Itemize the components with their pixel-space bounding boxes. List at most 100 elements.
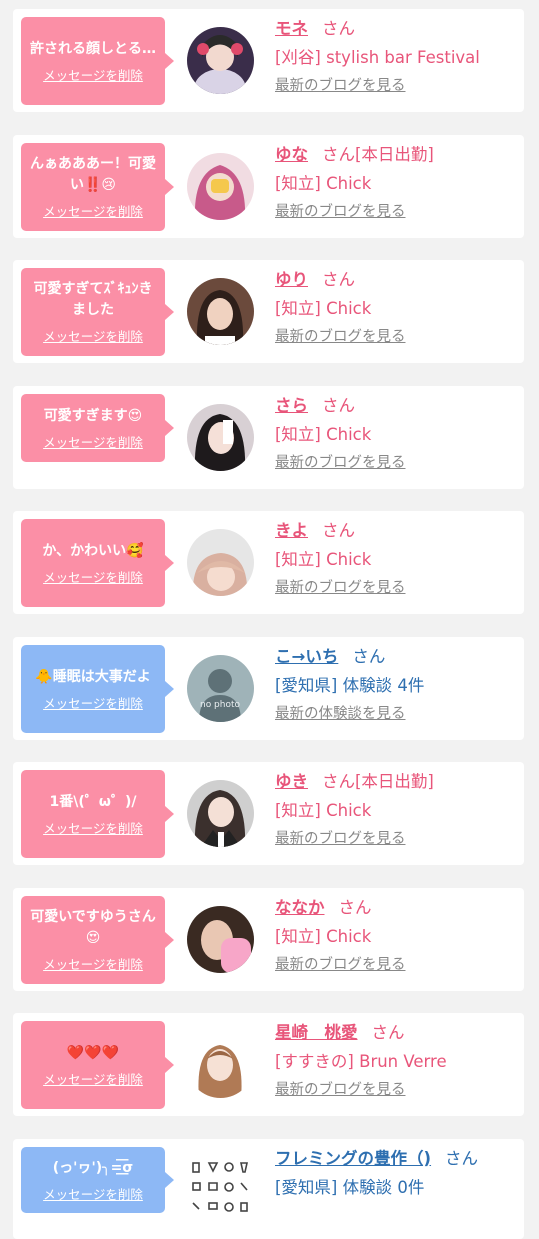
no-photo-label: no photo (200, 700, 241, 710)
message-card: 可愛いですゆうさん😍 メッセージを削除 ななか さん [知立] Chick 最新の… (13, 888, 524, 991)
honorific: さん (322, 270, 355, 289)
profile-name-link[interactable]: モネ (275, 19, 308, 38)
profile-info: ななか さん [知立] Chick 最新のブログを見る (275, 896, 518, 975)
message-card: 許される顔しとる… メッセージを削除 モネ さん [刈谷] stylish bar… (13, 9, 524, 112)
honorific: さん (352, 647, 386, 666)
latest-blog-link[interactable]: 最新のブログを見る (275, 453, 518, 473)
profile-info: きよ さん [知立] Chick 最新のブログを見る (275, 519, 518, 598)
message-text: 🐥睡眠は大事だよ (35, 668, 151, 685)
message-bubble: 可愛すぎてｽﾞｷｭﾝきました メッセージを削除 (21, 268, 174, 356)
profile-name-link[interactable]: きよ (275, 521, 308, 540)
message-bubble: ❤️❤️❤️ メッセージを削除 (21, 1021, 174, 1109)
honorific: さん[本日出勤] (322, 145, 434, 164)
shop-location: [知立] Chick (275, 550, 372, 569)
name-line: こ→いち さん (275, 645, 518, 669)
delete-message-link[interactable]: メッセージを削除 (43, 326, 143, 345)
delete-message-link[interactable]: メッセージを削除 (43, 65, 143, 84)
profile-name-link[interactable]: ななか (275, 898, 325, 917)
shop-location: [知立] Chick (275, 174, 372, 193)
message-bubble: 許される顔しとる… メッセージを削除 (21, 17, 174, 105)
delete-message-link[interactable]: メッセージを削除 (43, 954, 143, 973)
name-line: きよ さん (275, 519, 518, 543)
message-text: 1番\(゜ω゜)/ (49, 793, 137, 810)
profile-name-link[interactable]: ゆり (275, 270, 308, 289)
avatar[interactable] (187, 1031, 254, 1098)
message-text: ❤️❤️❤️ (66, 1044, 120, 1061)
honorific: さん (371, 1023, 405, 1042)
honorific: さん (445, 1149, 479, 1168)
shop-location: [知立] Chick (275, 927, 372, 946)
delete-message-link[interactable]: メッセージを削除 (43, 1184, 143, 1203)
delete-message-link[interactable]: メッセージを削除 (43, 1069, 143, 1088)
latest-review-link[interactable]: 最新の体験談を見る (275, 704, 518, 724)
latest-blog-link[interactable]: 最新のブログを見る (275, 1080, 518, 1100)
message-list: 許される顔しとる… メッセージを削除 モネ さん [刈谷] stylish bar… (0, 0, 539, 1239)
avatar[interactable] (187, 404, 254, 471)
message-text: 可愛いですゆうさん😍 (30, 909, 156, 946)
profile-info: 星崎 桃愛 さん [すすきの] Brun Verre 最新のブログを見る (275, 1021, 518, 1100)
delete-message-link[interactable]: メッセージを削除 (43, 693, 143, 712)
shop-location: [知立] Chick (275, 801, 372, 820)
name-line: ゆき さん[本日出勤] (275, 770, 518, 794)
profile-info: こ→いち さん [愛知県] 体験談 4件 最新の体験談を見る (275, 645, 518, 724)
icon-grid-avatar[interactable] (187, 1157, 254, 1224)
latest-blog-link[interactable]: 最新のブログを見る (275, 578, 518, 598)
avatar[interactable] (187, 278, 254, 345)
delete-message-link[interactable]: メッセージを削除 (43, 567, 143, 586)
message-card: 可愛すぎます😍 メッセージを削除 さら さん [知立] Chick 最新のブログを… (13, 386, 524, 489)
shop-location: [刈谷] stylish bar Festival (275, 48, 480, 67)
shop-location: [知立] Chick (275, 425, 372, 444)
message-bubble: か、かわいい🥰 メッセージを削除 (21, 519, 174, 607)
shop-location: [知立] Chick (275, 299, 372, 318)
honorific: さん (322, 396, 355, 415)
honorific: さん (322, 19, 355, 38)
profile-info: モネ さん [刈谷] stylish bar Festival 最新のブログを見る (275, 17, 518, 96)
no-photo-avatar[interactable]: no photo (187, 655, 254, 722)
message-card: んぁあああー！可愛い‼️😢 メッセージを削除 ゆな さん[本日出勤] [知立] C… (13, 135, 524, 238)
avatar[interactable] (187, 906, 254, 973)
message-text: 可愛すぎてｽﾞｷｭﾝきました (33, 281, 153, 318)
name-line: フレミングの豊作（) さん (275, 1147, 518, 1171)
latest-blog-link[interactable]: 最新のブログを見る (275, 327, 518, 347)
honorific: さん (322, 521, 355, 540)
shop-location: [愛知県] 体験談 0件 (275, 1178, 425, 1197)
message-card: 🐥睡眠は大事だよ メッセージを削除 no photo こ→いち さん [愛知県] … (13, 637, 524, 740)
avatar[interactable] (187, 780, 254, 847)
latest-blog-link[interactable]: 最新のブログを見る (275, 829, 518, 849)
message-text: 可愛すぎます😍 (43, 407, 143, 424)
message-bubble: 1番\(゜ω゜)/ メッセージを削除 (21, 770, 174, 858)
message-bubble: 🐥睡眠は大事だよ メッセージを削除 (21, 645, 174, 733)
latest-blog-link[interactable]: 最新のブログを見る (275, 955, 518, 975)
message-text: んぁあああー！可愛い‼️😢 (30, 156, 156, 193)
avatar[interactable] (187, 153, 254, 220)
profile-name-link[interactable]: フレミングの豊作（) (275, 1149, 431, 1168)
message-bubble: (っ'ヮ')╮=͟͟͞͞σ メッセージを削除 (21, 1147, 174, 1213)
message-card: か、かわいい🥰 メッセージを削除 きよ さん [知立] Chick 最新のブログを… (13, 511, 524, 614)
name-line: ゆな さん[本日出勤] (275, 143, 518, 167)
profile-info: ゆり さん [知立] Chick 最新のブログを見る (275, 268, 518, 347)
latest-blog-link[interactable]: 最新のブログを見る (275, 202, 518, 222)
profile-name-link[interactable]: ゆき (275, 772, 308, 791)
name-line: ななか さん (275, 896, 518, 920)
message-card: ❤️❤️❤️ メッセージを削除 星崎 桃愛 さん [すすきの] Brun Verr… (13, 1013, 524, 1116)
message-card: (っ'ヮ')╮=͟͟͞͞σ メッセージを削除 フレミングの豊作（) さん [愛知… (13, 1139, 524, 1239)
avatar[interactable] (187, 27, 254, 94)
shop-location: [すすきの] Brun Verre (275, 1052, 447, 1071)
message-text: か、かわいい🥰 (42, 542, 144, 559)
profile-name-link[interactable]: ゆな (275, 145, 308, 164)
latest-blog-link[interactable]: 最新のブログを見る (275, 76, 518, 96)
profile-name-link[interactable]: さら (275, 396, 308, 415)
delete-message-link[interactable]: メッセージを削除 (43, 201, 143, 220)
profile-name-link[interactable]: 星崎 桃愛 (275, 1023, 358, 1042)
message-text: (っ'ヮ')╮=͟͟͞͞σ (52, 1159, 134, 1176)
message-bubble: 可愛すぎます😍 メッセージを削除 (21, 394, 174, 462)
profile-name-link[interactable]: こ→いち (275, 647, 338, 666)
profile-info: ゆな さん[本日出勤] [知立] Chick 最新のブログを見る (275, 143, 518, 222)
name-line: モネ さん (275, 17, 518, 41)
delete-message-link[interactable]: メッセージを削除 (43, 818, 143, 837)
message-bubble: 可愛いですゆうさん😍 メッセージを削除 (21, 896, 174, 984)
name-line: さら さん (275, 394, 518, 418)
delete-message-link[interactable]: メッセージを削除 (43, 432, 143, 451)
avatar[interactable] (187, 529, 254, 596)
name-line: 星崎 桃愛 さん (275, 1021, 518, 1045)
